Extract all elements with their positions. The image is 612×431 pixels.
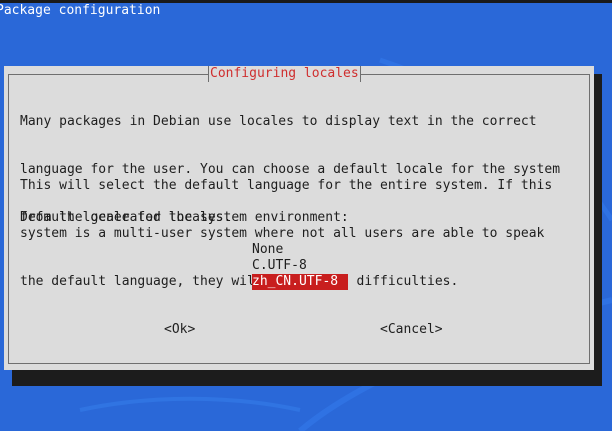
locale-option-none[interactable]: None (252, 242, 372, 258)
cancel-button[interactable]: <Cancel> (380, 322, 443, 338)
terminal-screen: Package configuration Configuring locale… (0, 0, 612, 431)
configuring-locales-dialog: Configuring locales Many packages in Deb… (4, 66, 594, 370)
description-line: system is a multi-user system where not … (20, 226, 545, 241)
dialog-title: Configuring locales (208, 66, 361, 82)
locale-prompt: Default locale for the system environmen… (20, 210, 349, 225)
description-line: Many packages in Debian use locales to d… (20, 114, 537, 129)
locale-list[interactable]: None C.UTF-8 zh_CN.UTF-8 (252, 242, 372, 290)
locale-option-c-utf8[interactable]: C.UTF-8 (252, 258, 372, 274)
ok-button[interactable]: <Ok> (164, 322, 195, 338)
description-paragraph-2: This will select the default language fo… (20, 146, 552, 322)
locale-option-zh-cn-utf8[interactable]: zh_CN.UTF-8 (252, 274, 348, 290)
backtitle: Package configuration (0, 3, 161, 18)
description-line: This will select the default language fo… (20, 178, 553, 193)
